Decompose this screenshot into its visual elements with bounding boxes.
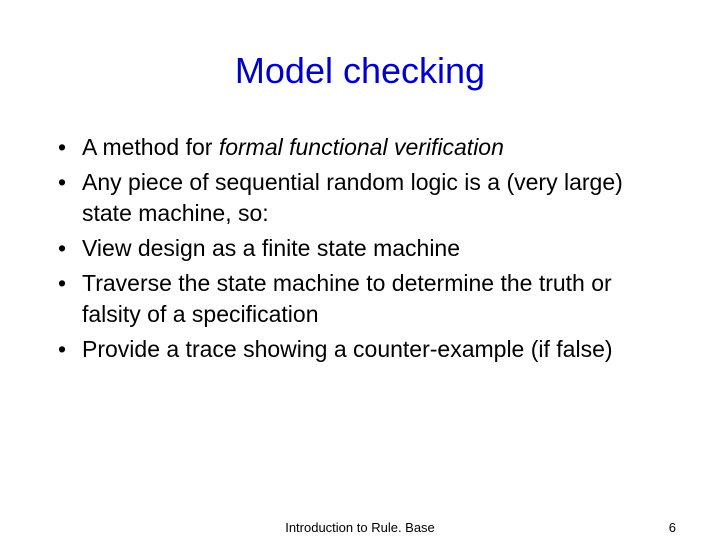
bullet-text: Traverse the state machine to determine …	[82, 270, 612, 327]
list-item: Any piece of sequential random logic is …	[56, 167, 670, 229]
bullet-text: View design as a finite state machine	[82, 235, 460, 261]
list-item: Traverse the state machine to determine …	[56, 268, 670, 330]
list-item: A method for formal functional verificat…	[56, 132, 670, 163]
page-number: 6	[669, 520, 676, 535]
slide-title: Model checking	[50, 50, 670, 92]
list-item: Provide a trace showing a counter-exampl…	[56, 334, 670, 365]
footer-center-text: Introduction to Rule. Base	[285, 520, 435, 535]
bullet-text: Provide a trace showing a counter-exampl…	[82, 336, 613, 362]
bullet-text: A method for	[82, 134, 219, 160]
slide: Model checking A method for formal funct…	[0, 0, 720, 540]
bullet-italic: formal functional verification	[219, 134, 504, 160]
bullet-text: Any piece of sequential random logic is …	[82, 169, 623, 226]
list-item: View design as a finite state machine	[56, 233, 670, 264]
bullet-list: A method for formal functional verificat…	[56, 132, 670, 365]
